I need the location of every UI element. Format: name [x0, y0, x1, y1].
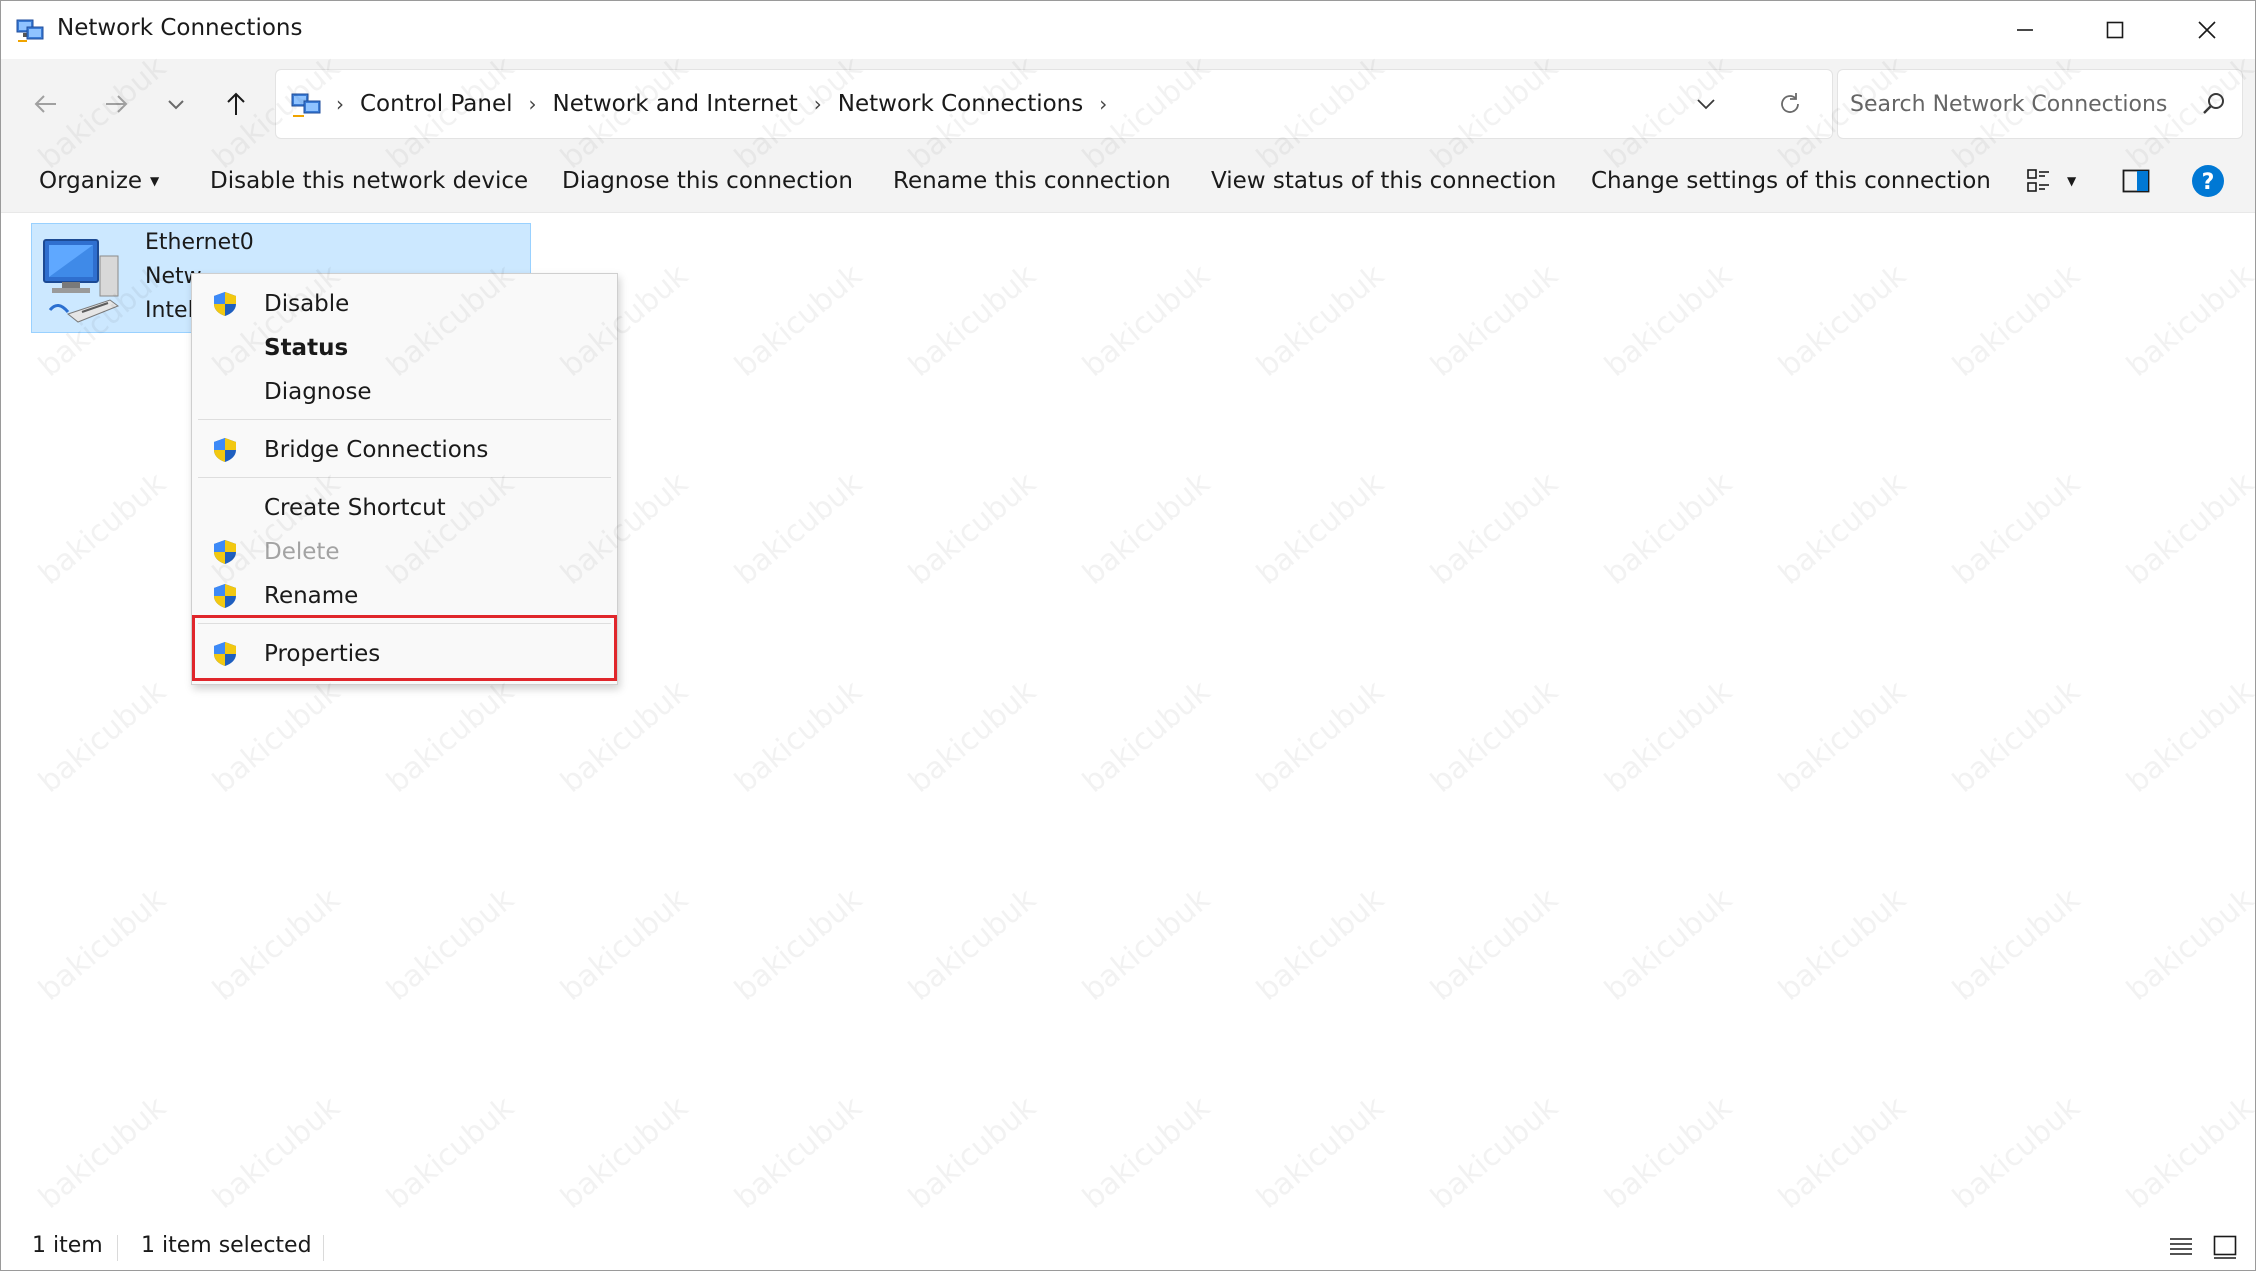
- details-view-icon: [2170, 1238, 2192, 1255]
- details-view-button[interactable]: [2165, 1231, 2197, 1263]
- organize-label: Organize: [39, 168, 143, 194]
- close-button[interactable]: [2161, 1, 2253, 59]
- help-icon: ?: [2192, 165, 2224, 197]
- breadcrumb-separator-icon[interactable]: ›: [814, 92, 822, 116]
- menu-item-label: Diagnose: [264, 379, 372, 405]
- menu-item-bridge-connections[interactable]: Bridge Connections: [194, 429, 615, 471]
- menu-item-status[interactable]: Status: [194, 327, 615, 369]
- menu-item-label: Disable: [264, 291, 350, 317]
- breadcrumb-control-panel[interactable]: Control Panel: [360, 91, 513, 117]
- caret-down-icon: ▼: [2067, 174, 2077, 188]
- change-settings-button[interactable]: Change settings of this connection: [1591, 149, 1991, 213]
- breadcrumb-network-connections[interactable]: Network Connections: [838, 91, 1083, 117]
- chevron-down-icon: [1697, 99, 1715, 110]
- status-divider: [117, 1235, 118, 1261]
- rename-connection-button[interactable]: Rename this connection: [893, 149, 1171, 213]
- menu-separator: [198, 419, 611, 420]
- refresh-icon: [1781, 93, 1799, 113]
- menu-item-create-shortcut[interactable]: Create Shortcut: [194, 487, 615, 529]
- large-icons-view-icon: [2213, 1235, 2237, 1259]
- menu-item-diagnose[interactable]: Diagnose: [194, 371, 615, 413]
- menu-item-rename[interactable]: Rename: [194, 575, 615, 617]
- rename-connection-label: Rename this connection: [893, 168, 1171, 194]
- address-dropdown-button[interactable]: [1686, 84, 1726, 124]
- caret-down-icon: ▼: [150, 174, 160, 188]
- forward-button[interactable]: [93, 81, 139, 127]
- change-view-button[interactable]: ▼: [2025, 163, 2076, 199]
- command-bar: Organize ▼ Disable this network device D…: [1, 149, 2255, 213]
- menu-item-delete: Delete: [194, 531, 615, 573]
- connection-adapter: Intel: [145, 298, 194, 323]
- uac-shield-icon: [214, 292, 236, 316]
- search-icon[interactable]: [2200, 90, 2228, 118]
- network-connections-icon: [291, 93, 321, 117]
- close-icon: [2198, 21, 2216, 39]
- explorer-window: Network Connections › Control Panel › Ne…: [0, 0, 2256, 1271]
- breadcrumb-network-and-internet[interactable]: Network and Internet: [553, 91, 798, 117]
- breadcrumb-separator-icon[interactable]: ›: [336, 92, 344, 116]
- menu-item-label: Status: [264, 335, 349, 361]
- back-button[interactable]: [23, 81, 69, 127]
- minimize-button[interactable]: [1979, 1, 2071, 59]
- selection-count: 1 item selected: [141, 1233, 312, 1258]
- change-settings-label: Change settings of this connection: [1591, 168, 1991, 194]
- refresh-button[interactable]: [1770, 84, 1810, 124]
- connection-name: Ethernet0: [145, 230, 254, 255]
- menu-item-label: Create Shortcut: [264, 495, 446, 521]
- search-box[interactable]: [1837, 69, 2243, 139]
- uac-shield-icon: [214, 584, 236, 608]
- breadcrumb-separator-icon[interactable]: ›: [529, 92, 537, 116]
- minimize-icon: [2017, 29, 2033, 31]
- view-options-icon: [2027, 169, 2049, 192]
- maximize-button[interactable]: [2069, 1, 2161, 59]
- preview-pane-icon: [2122, 169, 2150, 193]
- search-input[interactable]: [1850, 84, 2190, 124]
- disable-device-button[interactable]: Disable this network device: [210, 149, 528, 213]
- uac-shield-icon: [214, 438, 236, 462]
- uac-shield-icon: [214, 540, 236, 564]
- breadcrumb-separator-icon[interactable]: ›: [1099, 92, 1107, 116]
- item-count: 1 item: [32, 1233, 103, 1258]
- arrow-right-icon: [106, 95, 128, 113]
- view-status-button[interactable]: View status of this connection: [1211, 149, 1556, 213]
- menu-item-disable[interactable]: Disable: [194, 283, 615, 325]
- status-divider: [323, 1235, 324, 1261]
- up-button[interactable]: [213, 81, 259, 127]
- breadcrumb: › Control Panel › Network and Internet ›…: [336, 70, 1123, 138]
- menu-item-label: Delete: [264, 539, 340, 565]
- window-title: Network Connections: [57, 15, 303, 41]
- network-adapter-icon: [43, 239, 120, 323]
- diagnose-connection-button[interactable]: Diagnose this connection: [562, 149, 853, 213]
- network-connections-icon: [16, 19, 44, 42]
- diagnose-connection-label: Diagnose this connection: [562, 168, 853, 194]
- title-bar: Network Connections: [1, 1, 2255, 59]
- address-bar[interactable]: › Control Panel › Network and Internet ›…: [275, 69, 1833, 139]
- arrow-left-icon: [34, 95, 56, 113]
- arrow-up-icon: [227, 92, 245, 115]
- disable-device-label: Disable this network device: [210, 168, 529, 194]
- menu-item-label: Bridge Connections: [264, 437, 489, 463]
- svg-text:?: ?: [2202, 170, 2215, 195]
- organize-menu[interactable]: Organize ▼: [39, 149, 159, 213]
- status-bar: 1 item 1 item selected: [1, 1221, 2255, 1270]
- chevron-down-icon: [168, 100, 184, 110]
- help-button[interactable]: ?: [2191, 163, 2225, 199]
- navigation-bar: › Control Panel › Network and Internet ›…: [1, 59, 2255, 149]
- preview-pane-button[interactable]: [2121, 163, 2151, 199]
- menu-item-label: Rename: [264, 583, 359, 609]
- view-status-label: View status of this connection: [1211, 168, 1557, 194]
- recent-locations-button[interactable]: [153, 81, 199, 127]
- properties-highlight-box: [192, 615, 617, 681]
- large-icons-view-button[interactable]: [2209, 1231, 2241, 1263]
- maximize-icon: [2106, 21, 2124, 39]
- menu-separator: [198, 477, 611, 478]
- context-menu: Disable Status Diagnose Bridge Connectio…: [191, 273, 618, 685]
